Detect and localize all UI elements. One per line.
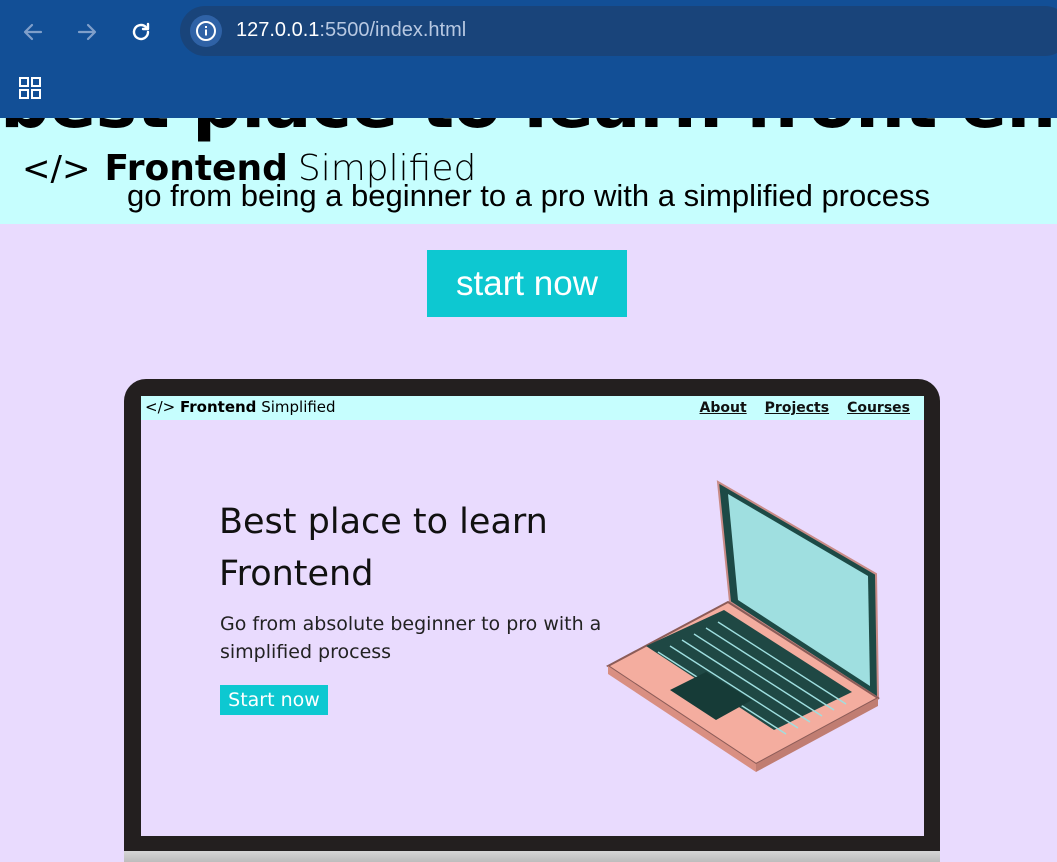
toolbar: 127.0.0.1:5500/index.html <box>0 0 1057 62</box>
info-icon <box>196 21 216 41</box>
mockup-logo-bold: Frontend <box>179 398 257 416</box>
page-viewport: best place to learn front end </> Fronte… <box>0 118 1057 862</box>
laptop-screen: </> Frontend Simplified About Projects C… <box>141 396 924 836</box>
mockup-link-projects: Projects <box>764 400 830 416</box>
laptop-base <box>124 851 940 862</box>
arrow-left-icon <box>23 23 43 41</box>
apps-grid-icon <box>19 77 41 99</box>
mockup-paragraph: Go from absolute beginner to pro with a … <box>220 613 602 663</box>
site-info-button[interactable] <box>190 15 222 47</box>
mockup-code-brackets-icon: </> <box>145 398 176 416</box>
url-host: 127.0.0.1 <box>236 19 320 41</box>
laptop-mockup-image: </> Frontend Simplified About Projects C… <box>124 379 940 862</box>
url-text: 127.0.0.1:5500/index.html <box>236 19 466 42</box>
reload-button[interactable] <box>127 18 155 46</box>
url-path: :5500/index.html <box>319 19 467 41</box>
apps-button[interactable] <box>18 76 42 100</box>
reload-icon <box>132 22 150 41</box>
arrow-right-icon <box>77 23 97 41</box>
header: best place to learn front end </> Fronte… <box>0 118 1057 224</box>
mockup-heading: Best place to learn Frontend <box>219 502 548 594</box>
mockup-link-about: About <box>699 400 747 416</box>
mockup-nav-links: About Projects Courses <box>700 400 910 416</box>
mockup-start-button: Start now <box>220 685 328 715</box>
browser-chrome: 127.0.0.1:5500/index.html <box>0 0 1057 118</box>
mockup-logo: </> Frontend Simplified <box>145 398 336 416</box>
address-bar[interactable]: 127.0.0.1:5500/index.html <box>180 6 1057 56</box>
forward-button[interactable] <box>73 18 101 46</box>
hero-subtitle: go from being a beginner to a pro with a… <box>127 178 930 213</box>
start-now-button[interactable]: start now <box>427 250 627 317</box>
back-button[interactable] <box>19 18 47 46</box>
laptop-illustration-icon <box>606 480 880 772</box>
mockup-link-courses: Courses <box>847 400 910 416</box>
hero-title: best place to learn front end <box>0 118 1057 144</box>
mockup-logo-regular: Simplified <box>261 398 336 416</box>
mockup-navbar: </> Frontend Simplified About Projects C… <box>141 396 924 420</box>
